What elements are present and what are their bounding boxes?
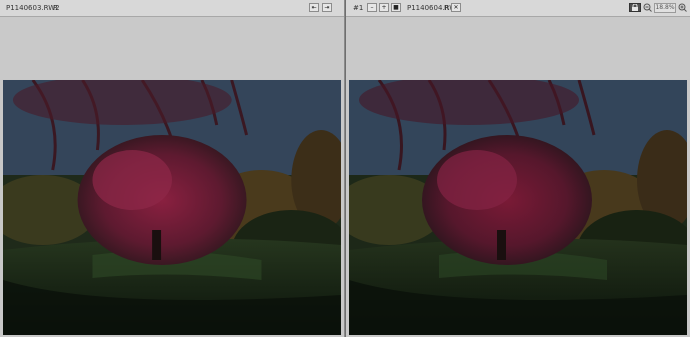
right-plus-button[interactable]: + xyxy=(379,3,389,12)
right-image-viewer[interactable] xyxy=(349,80,687,335)
right-square-button[interactable]: ■ xyxy=(391,3,401,12)
left-image-panel: P1140603.RW2 R ⇤ ⇥ xyxy=(0,0,345,337)
left-panel-blank-area xyxy=(0,17,344,79)
right-index-label: #1 xyxy=(353,4,364,12)
left-raw-marker: R xyxy=(53,4,58,12)
left-photo xyxy=(3,80,341,335)
right-photo xyxy=(349,80,687,335)
zoom-in-icon[interactable] xyxy=(678,3,688,12)
right-raw-marker: R xyxy=(444,4,449,12)
right-panel-titlebar: #1 – + ■ P1140604.RW2 R ✕ 18.8% xyxy=(346,0,690,17)
right-image-panel: #1 – + ■ P1140604.RW2 R ✕ 18.8% xyxy=(346,0,690,337)
left-next-button[interactable]: ⇥ xyxy=(322,3,332,12)
lock-icon[interactable] xyxy=(629,3,641,12)
left-filename: P1140603.RW2 xyxy=(6,4,60,12)
right-close-button[interactable]: ✕ xyxy=(451,3,461,12)
left-prev-button[interactable]: ⇤ xyxy=(309,3,319,12)
left-image-viewer[interactable] xyxy=(3,80,341,335)
right-minus-button[interactable]: – xyxy=(367,3,377,12)
zoom-level-field[interactable]: 18.8% xyxy=(654,3,676,13)
zoom-out-icon[interactable] xyxy=(643,3,653,12)
right-panel-blank-area xyxy=(346,17,690,79)
left-panel-titlebar: P1140603.RW2 R ⇤ ⇥ xyxy=(0,0,344,17)
